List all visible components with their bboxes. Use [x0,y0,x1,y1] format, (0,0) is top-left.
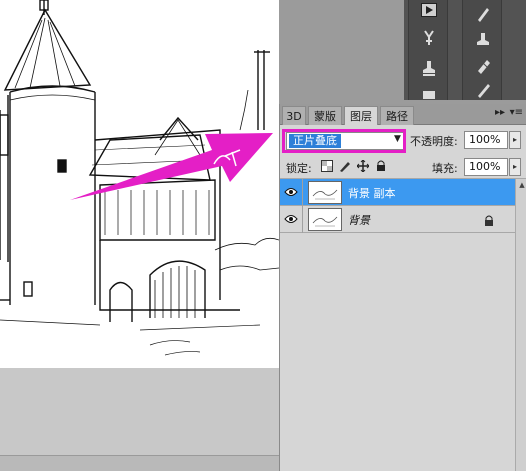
paint-bucket-icon[interactable] [419,84,439,104]
layer-thumbnail [308,181,342,204]
lock-all-icon[interactable] [374,159,388,173]
eye-icon[interactable] [284,185,298,199]
stamp-tool-icon[interactable] [419,58,439,78]
photoshop-window: 3D 蒙版 图层 路径 ▸▸ ▾≡ 正片叠底 ▼ 不透明度: 100% ▸ 锁定… [0,0,526,471]
tool-column-right [462,0,502,100]
opacity-label: 不透明度: [410,135,458,148]
opacity-arrow-icon[interactable]: ▸ [509,131,521,149]
lock-label: 锁定: [286,162,312,175]
scroll-up-icon[interactable]: ▲ [516,179,526,191]
tab-masks[interactable]: 蒙版 [308,106,342,125]
annotation-highlight-box [282,129,406,153]
tab-3d[interactable]: 3D [282,106,306,125]
fill-label: 填充: [432,162,458,175]
tools-panel [404,0,526,100]
lock-position-icon[interactable] [356,159,370,173]
lock-transparent-icon[interactable] [320,159,334,173]
layer-row-background[interactable]: 背景 [280,206,515,233]
play-icon[interactable] [419,0,439,20]
collapse-icon[interactable]: ▸▸ [495,107,505,118]
fill-arrow-icon[interactable]: ▸ [509,158,521,176]
gradient-icon[interactable] [473,80,493,100]
lock-fill-row: 锁定: 填充: 100% ▸ [280,155,526,179]
layer-name: 背景 [348,214,370,227]
tool-column-left [408,0,448,100]
eye-icon[interactable] [284,212,298,226]
panel-tabbar: 3D 蒙版 图层 路径 ▸▸ ▾≡ [280,104,526,125]
opacity-input[interactable]: 100% [464,131,508,149]
layer-name: 背景 副本 [348,187,396,200]
eraser-icon[interactable] [473,56,493,76]
divider [302,179,303,206]
lock-pixels-icon[interactable] [338,159,352,173]
divider [302,206,303,233]
brush-icon[interactable] [473,4,493,24]
history-brush-icon[interactable] [419,28,439,48]
blend-opacity-row: 正片叠底 ▼ 不透明度: 100% ▸ [280,125,526,155]
layers-scrollbar[interactable]: ▲ [515,179,526,471]
fill-input[interactable]: 100% [464,158,508,176]
layer-row-background-copy[interactable]: 背景 副本 [280,179,515,206]
lock-icon [484,212,496,226]
clone-stamp-icon[interactable] [473,30,493,50]
layers-panel: 3D 蒙版 图层 路径 ▸▸ ▾≡ 正片叠底 ▼ 不透明度: 100% ▸ 锁定… [279,104,526,471]
tab-paths[interactable]: 路径 [380,106,414,125]
layer-thumbnail [308,208,342,231]
status-bar [0,455,279,471]
chevron-down-icon[interactable]: ▼ [394,134,401,144]
panel-menu-icon[interactable]: ▾≡ [510,107,523,118]
castle-sketch-image [0,0,279,356]
tab-layers[interactable]: 图层 [344,106,378,125]
